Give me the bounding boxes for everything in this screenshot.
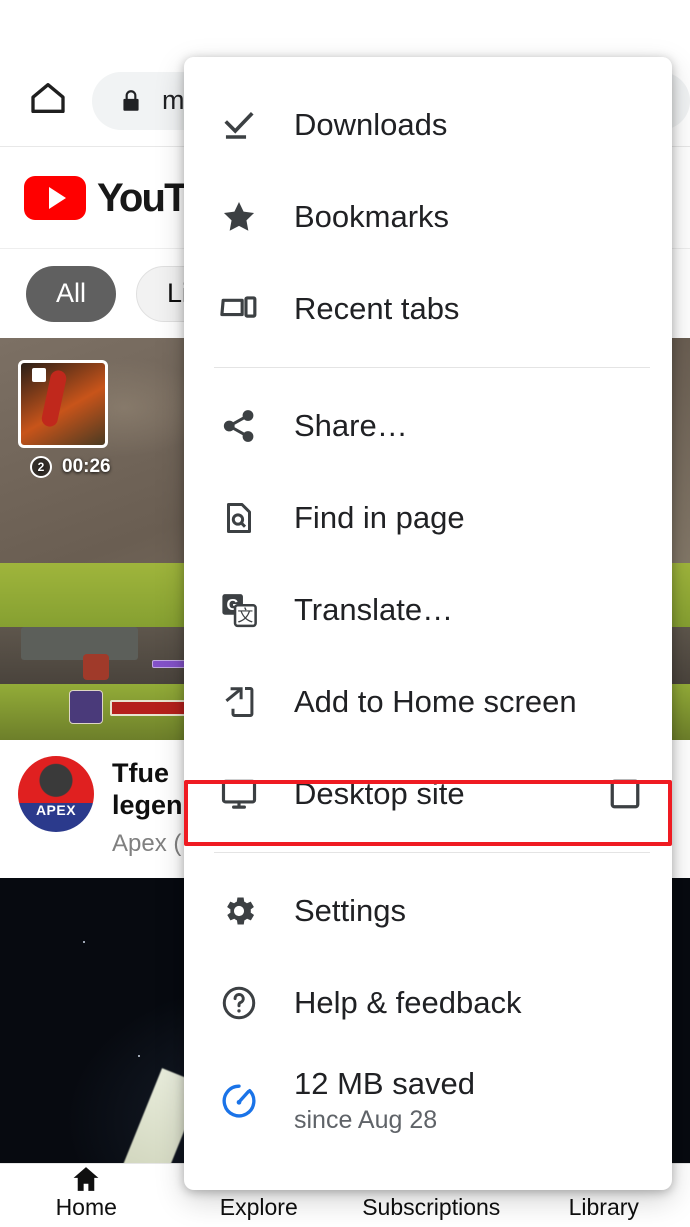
menu-item-find-in-page[interactable]: Find in page xyxy=(184,472,672,564)
menu-label-downloads: Downloads xyxy=(294,106,448,142)
menu-item-history[interactable]: History xyxy=(184,57,672,79)
video-title-line-2: legen xyxy=(112,789,183,820)
channel-avatar[interactable]: APEX xyxy=(18,756,94,832)
menu-label-desktop-site: Desktop site xyxy=(294,775,465,811)
menu-label-translate: Translate… xyxy=(294,591,454,627)
add-to-home-screen-icon xyxy=(214,677,264,727)
home-filled-icon xyxy=(71,1164,101,1192)
download-check-icon xyxy=(214,100,264,150)
menu-item-downloads[interactable]: Downloads xyxy=(184,79,672,171)
home-icon xyxy=(28,78,68,123)
help-circle-icon xyxy=(214,978,264,1028)
bottom-nav-label-explore: Explore xyxy=(219,1194,298,1220)
thumbnail-minimap xyxy=(18,360,108,448)
menu-label-share: Share… xyxy=(294,407,408,443)
find-in-page-icon xyxy=(214,493,264,543)
data-saver-primary: 12 MB saved xyxy=(294,1066,475,1102)
translate-icon: G 文 xyxy=(214,585,264,635)
menu-item-add-to-home-screen[interactable]: Add to Home screen xyxy=(184,656,672,748)
gear-icon xyxy=(214,886,264,936)
chrome-overflow-menu: History Downloads xyxy=(184,57,672,1190)
desktop-site-icon xyxy=(214,769,264,819)
avatar-label: APEX xyxy=(35,802,77,818)
menu-item-data-saver[interactable]: 12 MB saved since Aug 28 xyxy=(184,1049,672,1153)
star-icon xyxy=(214,192,264,242)
menu-item-help-feedback[interactable]: Help & feedback xyxy=(184,957,672,1049)
screen-root: m YouTube All Li 2 00:26 APEX Tfue legen… xyxy=(0,0,690,1227)
lock-icon xyxy=(118,88,144,114)
menu-item-bookmarks[interactable]: Bookmarks xyxy=(184,171,672,263)
bottom-nav-item-home[interactable]: Home xyxy=(0,1164,173,1227)
share-icon xyxy=(214,401,264,451)
menu-divider-2 xyxy=(214,852,650,853)
timer-badge: 2 xyxy=(30,456,52,478)
thumbnail-vehicle-dark xyxy=(20,627,138,660)
menu-label-find-in-page: Find in page xyxy=(294,499,465,535)
thumbnail-player-portrait xyxy=(69,689,103,724)
menu-label-help-feedback: Help & feedback xyxy=(294,984,522,1020)
menu-label-recent-tabs: Recent tabs xyxy=(294,290,460,326)
url-text: m xyxy=(162,85,185,115)
menu-item-desktop-site[interactable]: Desktop site xyxy=(184,748,672,840)
video-channel-name: Apex ( xyxy=(112,829,182,857)
menu-item-translate[interactable]: G 文 Translate… xyxy=(184,564,672,656)
menu-scroll-container[interactable]: History Downloads xyxy=(184,57,672,1190)
menu-item-settings[interactable]: Settings xyxy=(184,865,672,957)
home-button[interactable] xyxy=(22,75,74,127)
bottom-nav-label-subscriptions: Subscriptions xyxy=(362,1194,501,1220)
menu-label-bookmarks: Bookmarks xyxy=(294,198,450,234)
video-title-line-1: Tfue xyxy=(112,758,169,788)
thumbnail-timer: 2 00:26 xyxy=(30,456,111,478)
menu-item-share[interactable]: Share… xyxy=(184,380,672,472)
data-saver-text: 12 MB saved since Aug 28 xyxy=(294,1066,475,1135)
chip-all[interactable]: All xyxy=(26,265,117,322)
thumbnail-minimap-badge xyxy=(32,368,46,382)
bottom-nav-label-library: Library xyxy=(568,1194,639,1220)
menu-item-recent-tabs[interactable]: Recent tabs xyxy=(184,263,672,355)
video-meta-text: Tfue legen Apex ( xyxy=(112,756,183,868)
bottom-nav-label-home: Home xyxy=(55,1194,117,1220)
menu-label-settings: Settings xyxy=(294,892,407,928)
menu-divider-1 xyxy=(214,367,650,368)
timer-text: 00:26 xyxy=(62,456,111,477)
svg-text:文: 文 xyxy=(237,607,253,625)
recent-tabs-icon xyxy=(214,284,264,334)
data-saver-secondary: since Aug 28 xyxy=(294,1105,438,1134)
desktop-site-checkbox[interactable] xyxy=(608,777,642,811)
youtube-play-icon xyxy=(24,176,86,220)
thumbnail-player-portrait-2 xyxy=(82,653,109,680)
menu-label-add-to-home-screen: Add to Home screen xyxy=(294,683,577,719)
speedometer-icon xyxy=(214,1076,264,1126)
